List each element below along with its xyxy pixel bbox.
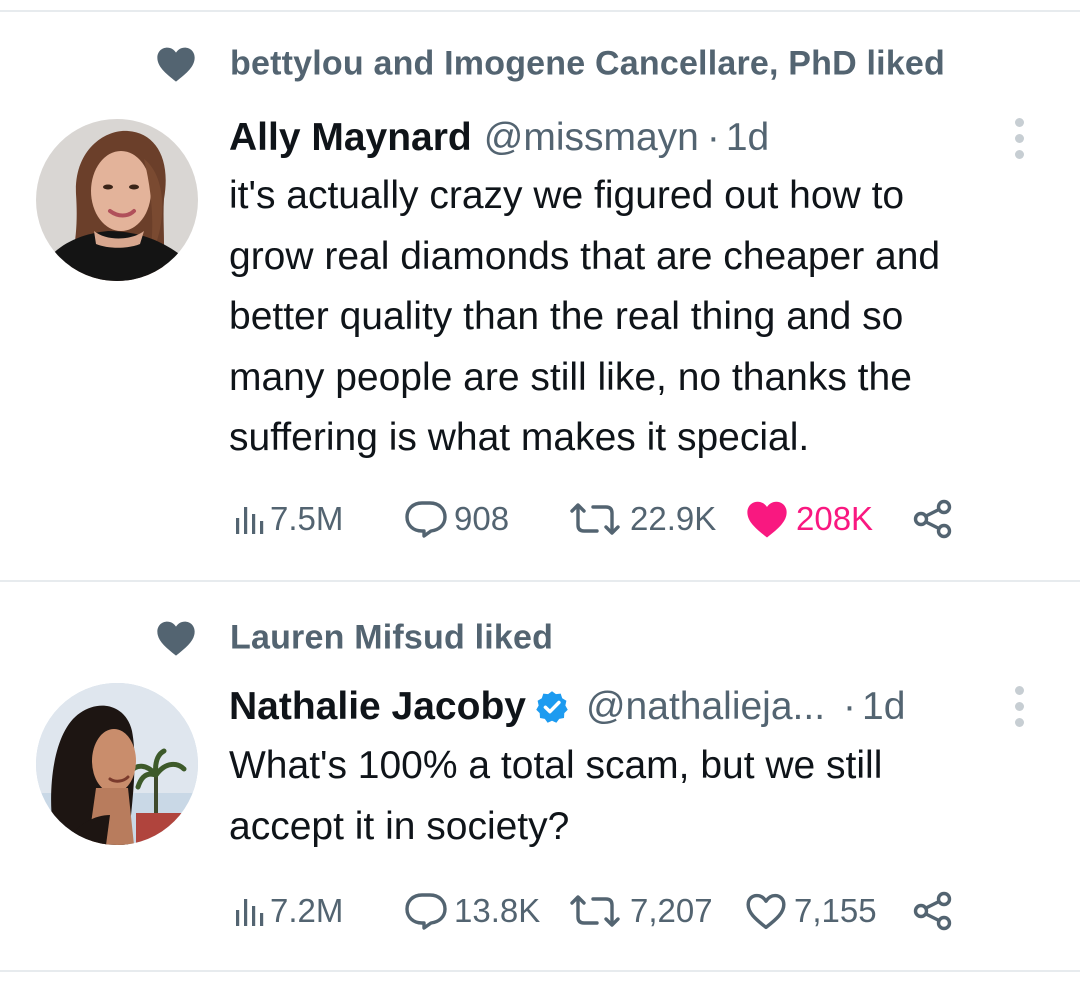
author-name[interactable]: Ally Maynard	[229, 114, 472, 162]
tweet-header: Nathalie Jacoby @nathalieja... · 1d	[229, 683, 990, 731]
heart-icon	[747, 501, 787, 538]
avatar-image	[36, 119, 198, 281]
action-bar: 7.2M 13.8K 7,207 7,155	[234, 886, 994, 936]
heart-icon	[157, 47, 195, 82]
tweet-2[interactable]: Lauren Mifsud liked Nathalie Jacoby @nat…	[0, 582, 1080, 972]
share-button[interactable]	[912, 494, 954, 544]
more-vertical-icon-dot	[1014, 718, 1024, 727]
like-count: 7,155	[794, 892, 877, 929]
reply-button[interactable]: 13.8K	[404, 886, 540, 936]
retweet-button[interactable]: 22.9K	[566, 494, 716, 544]
reply-count: 13.8K	[454, 892, 541, 929]
more-options-button[interactable]	[1012, 686, 1026, 727]
analytics-icon	[236, 899, 264, 926]
retweet-count: 22.9K	[630, 500, 717, 537]
social-context-text: Lauren Mifsud liked	[230, 618, 554, 657]
more-vertical-icon-dot	[1014, 686, 1024, 695]
author-handle[interactable]: @nathalieja...	[586, 683, 825, 731]
heart-outline-icon	[746, 893, 786, 930]
author-name[interactable]: Nathalie Jacoby	[229, 683, 526, 731]
timestamp[interactable]: 1d	[726, 114, 769, 162]
tweet-text-line: better quality than the real thing and s…	[229, 295, 904, 338]
tweet-text-line: suffering is what makes it special.	[229, 416, 810, 459]
separator-dot: ·	[843, 685, 857, 728]
avatar[interactable]	[36, 683, 198, 845]
analytics-icon	[236, 507, 264, 534]
views-button[interactable]: 7.2M	[234, 886, 343, 936]
share-icon	[913, 891, 952, 931]
bottom-divider	[0, 970, 1080, 972]
reply-button[interactable]: 908	[404, 494, 509, 544]
tweet-text-line: it's actually crazy we figured out how t…	[229, 174, 905, 217]
reply-icon	[405, 501, 447, 538]
verified-badge-icon	[536, 691, 568, 723]
author-handle[interactable]: @missmayn	[484, 114, 699, 162]
more-options-button[interactable]	[1012, 118, 1026, 159]
more-vertical-icon-dot	[1014, 134, 1024, 143]
timestamp[interactable]: 1d	[862, 683, 905, 731]
like-count: 208K	[796, 500, 874, 537]
social-context-text: bettylou and Imogene Cancellare, PhD lik…	[230, 44, 946, 83]
action-bar: 7.5M 908 22.9K 208K	[234, 494, 994, 544]
separator-dot: ·	[706, 116, 720, 159]
more-vertical-icon-dot	[1014, 118, 1024, 127]
avatar[interactable]	[36, 119, 198, 281]
tweet-text-line: accept it in society?	[229, 804, 570, 848]
retweet-icon	[570, 895, 620, 927]
tweet-text: What's 100% a total scam, but we still a…	[229, 736, 1059, 857]
social-context[interactable]: Lauren Mifsud liked	[155, 619, 553, 657]
tweet-text-line: many people are still like, no thanks th…	[229, 355, 912, 399]
heart-icon	[157, 621, 195, 656]
views-count: 7.2M	[270, 892, 344, 929]
avatar-image	[36, 683, 198, 845]
social-context[interactable]: bettylou and Imogene Cancellare, PhD lik…	[155, 45, 945, 83]
views-button[interactable]: 7.5M	[234, 494, 343, 544]
share-button[interactable]	[912, 886, 954, 936]
tweet-text-line: grow real diamonds that are cheaper and	[229, 234, 941, 278]
tweet-header: Ally Maynard @missmayn · 1d	[229, 114, 990, 162]
like-button[interactable]: 7,155	[744, 886, 877, 936]
reply-icon	[405, 893, 447, 930]
retweet-count: 7,207	[630, 892, 713, 929]
tweet-text: it's actually crazy we figured out how t…	[229, 166, 1059, 469]
retweet-button[interactable]: 7,207	[566, 886, 713, 936]
tweet-text-line: What's 100% a total scam, but we still	[229, 744, 883, 787]
reply-count: 908	[454, 500, 510, 537]
like-button[interactable]: 208K	[744, 494, 873, 544]
tweet-1[interactable]: bettylou and Imogene Cancellare, PhD lik…	[0, 0, 1080, 582]
share-icon	[913, 499, 952, 539]
more-vertical-icon-dot	[1014, 150, 1024, 159]
retweet-icon	[570, 503, 620, 535]
more-vertical-icon-dot	[1014, 702, 1024, 711]
views-count: 7.5M	[270, 500, 344, 537]
